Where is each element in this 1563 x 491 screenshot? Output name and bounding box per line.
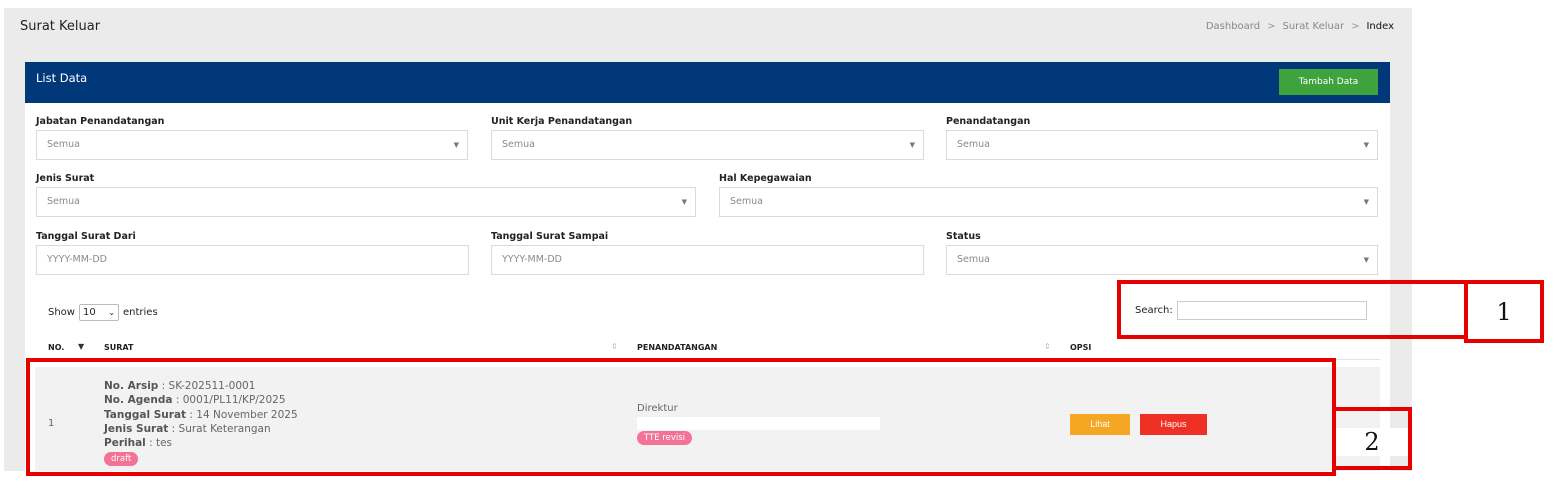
penandatangan-label: Penandatangan: [946, 116, 1031, 127]
unit-kerja-select-value: Semua: [502, 139, 535, 150]
show-entries: Show 10 ⌄ entries: [48, 304, 158, 321]
callout-box-2: [26, 358, 1336, 476]
chevron-down-icon: ⌄: [108, 308, 115, 317]
tanggal-dari-label: Tanggal Surat Dari: [36, 231, 136, 242]
tanggal-sampai-label: Tanggal Surat Sampai: [491, 231, 609, 242]
breadcrumb: Dashboard > Surat Keluar > Index: [1206, 21, 1394, 32]
hal-kepegawaian-select-value: Semua: [730, 196, 763, 207]
tanggal-dari-input[interactable]: YYYY-MM-DD: [36, 245, 469, 275]
chevron-down-icon: ▼: [1363, 141, 1369, 149]
entries-select[interactable]: 10 ⌄: [78, 304, 119, 321]
hal-kepegawaian-label: Hal Kepegawaian: [719, 173, 812, 184]
chevron-down-icon: ▼: [1363, 198, 1369, 206]
jenis-surat-label: Jenis Surat: [36, 173, 95, 184]
chevron-down-icon: ▼: [453, 141, 459, 149]
page-title: Surat Keluar: [20, 19, 101, 34]
status-select-value: Semua: [957, 254, 990, 265]
jabatan-label: Jabatan Penandatangan: [36, 116, 165, 127]
jabatan-select-value: Semua: [47, 139, 80, 150]
breadcrumb-index: Index: [1366, 21, 1394, 32]
breadcrumb-dashboard[interactable]: Dashboard: [1206, 21, 1260, 32]
unit-kerja-select[interactable]: Semua ▼: [491, 130, 924, 160]
card-title: List Data: [36, 71, 88, 85]
entries-select-value: 10: [82, 307, 96, 318]
callout-box-1: [1117, 280, 1468, 339]
breadcrumb-separator: >: [1351, 21, 1360, 32]
status-select[interactable]: Semua ▼: [946, 245, 1378, 275]
jenis-surat-select[interactable]: Semua ▼: [36, 187, 696, 217]
sort-icon[interactable]: ⇕: [1044, 342, 1051, 351]
chevron-down-icon: ▼: [1363, 256, 1369, 264]
unit-kerja-label: Unit Kerja Penandatangan: [491, 116, 633, 127]
tambah-data-button[interactable]: Tambah Data: [1279, 69, 1378, 95]
penandatangan-select-value: Semua: [957, 139, 990, 150]
hal-kepegawaian-select[interactable]: Semua ▼: [719, 187, 1378, 217]
breadcrumb-separator: >: [1267, 21, 1276, 32]
jenis-surat-select-value: Semua: [47, 196, 80, 207]
card-header: List Data Tambah Data: [25, 62, 1390, 103]
show-label: Show: [48, 307, 75, 318]
entries-label: entries: [122, 307, 158, 318]
th-opsi: OPSI: [1070, 343, 1092, 352]
breadcrumb-surat-keluar[interactable]: Surat Keluar: [1282, 21, 1344, 32]
sort-desc-icon[interactable]: ▼: [78, 342, 84, 351]
status-label: Status: [946, 231, 981, 242]
th-surat[interactable]: SURAT: [104, 343, 133, 352]
chevron-down-icon: ▼: [909, 141, 915, 149]
penandatangan-select[interactable]: Semua ▼: [946, 130, 1378, 160]
chevron-down-icon: ▼: [681, 198, 687, 206]
th-penandatangan[interactable]: PENANDATANGAN: [637, 343, 717, 352]
jabatan-select[interactable]: Semua ▼: [36, 130, 468, 160]
callout-number-1: 1: [1468, 298, 1540, 326]
sort-icon[interactable]: ⇕: [611, 342, 618, 351]
tanggal-sampai-input[interactable]: YYYY-MM-DD: [491, 245, 924, 275]
callout-number-2: 2: [1336, 428, 1408, 456]
th-no[interactable]: NO.: [48, 343, 64, 352]
